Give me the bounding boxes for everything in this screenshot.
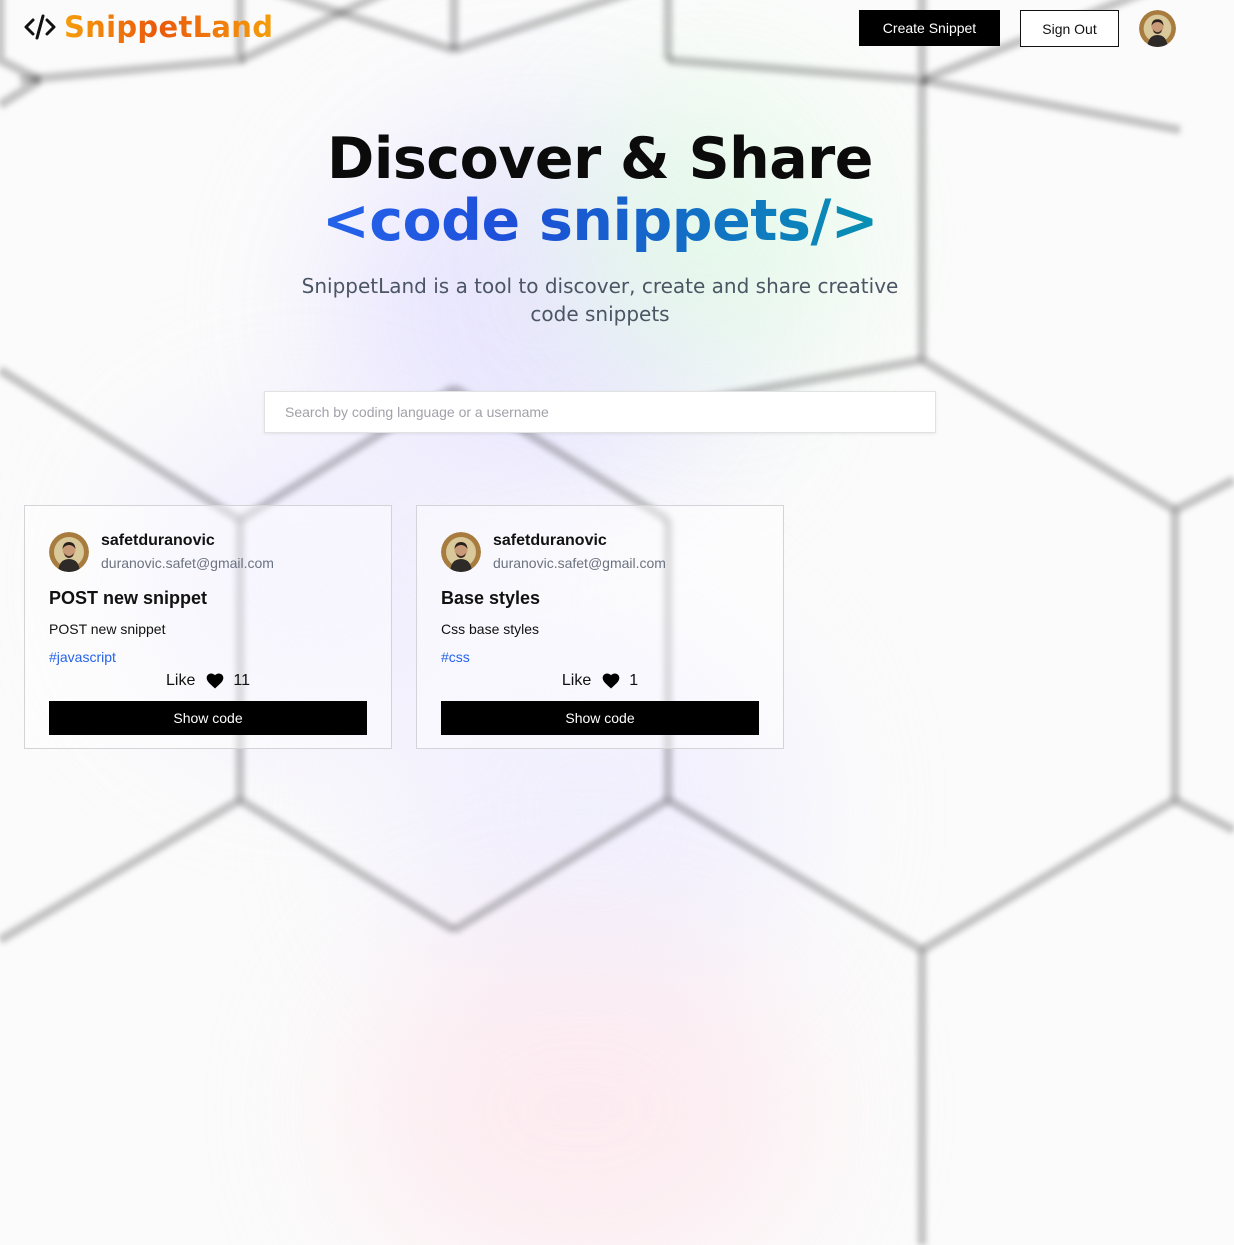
show-code-button[interactable]: Show code [49,701,367,735]
like-button[interactable]: Like [166,671,225,691]
brand-name: SnippetLand [64,10,274,44]
user-avatar[interactable] [1139,10,1176,47]
snippet-title: POST new snippet [49,588,208,608]
code-icon [24,14,56,40]
hero-title-line2: <code snippets/> [321,188,879,254]
brand-logo[interactable]: SnippetLand [24,10,273,44]
avatar-image [49,532,89,572]
create-snippet-button[interactable]: Create Snippet [859,10,1000,46]
card-author: safetduranovic duranovic.safet@gmail.com [49,531,367,573]
avatar-image [441,532,481,572]
heart-icon [207,673,224,689]
card-author: safetduranovic duranovic.safet@gmail.com [441,531,759,573]
hero-title-line1: Discover & Share [327,126,873,192]
like-row: Like 11 [49,669,367,693]
snippet-description: Css base styles [441,621,540,637]
like-count: 11 [233,672,250,689]
author-email: duranovic.safet@gmail.com [101,555,274,571]
author-email: duranovic.safet@gmail.com [493,555,666,571]
like-label: Like [561,672,592,689]
author-avatar[interactable] [441,532,481,572]
like-row: Like 1 [441,669,759,693]
avatar-image [1139,10,1176,47]
hero-subtitle: SnippetLand is a tool to discover, creat… [301,274,899,326]
snippet-tag[interactable]: #javascript [49,647,116,667]
like-count: 1 [629,672,639,689]
like-button[interactable]: Like [562,671,621,691]
snippet-tag[interactable]: #css [441,647,470,667]
author-username[interactable]: safetduranovic [493,531,666,551]
snippet-card: safetduranovic duranovic.safet@gmail.com… [24,505,392,749]
hero-title: Discover & Share <code snippets/> [0,128,1200,252]
sign-out-button[interactable]: Sign Out [1020,10,1119,47]
show-code-button[interactable]: Show code [441,701,759,735]
snippet-title: Base styles [441,588,541,608]
heart-icon [602,673,620,689]
like-label: Like [166,672,196,689]
snippet-description: POST new snippet [49,621,166,637]
snippet-card: safetduranovic duranovic.safet@gmail.com… [416,505,784,749]
search-input[interactable] [264,391,936,433]
author-avatar[interactable] [49,532,89,572]
author-username[interactable]: safetduranovic [101,531,274,551]
hero-section: Discover & Share <code snippets/> Snippe… [0,128,1200,328]
